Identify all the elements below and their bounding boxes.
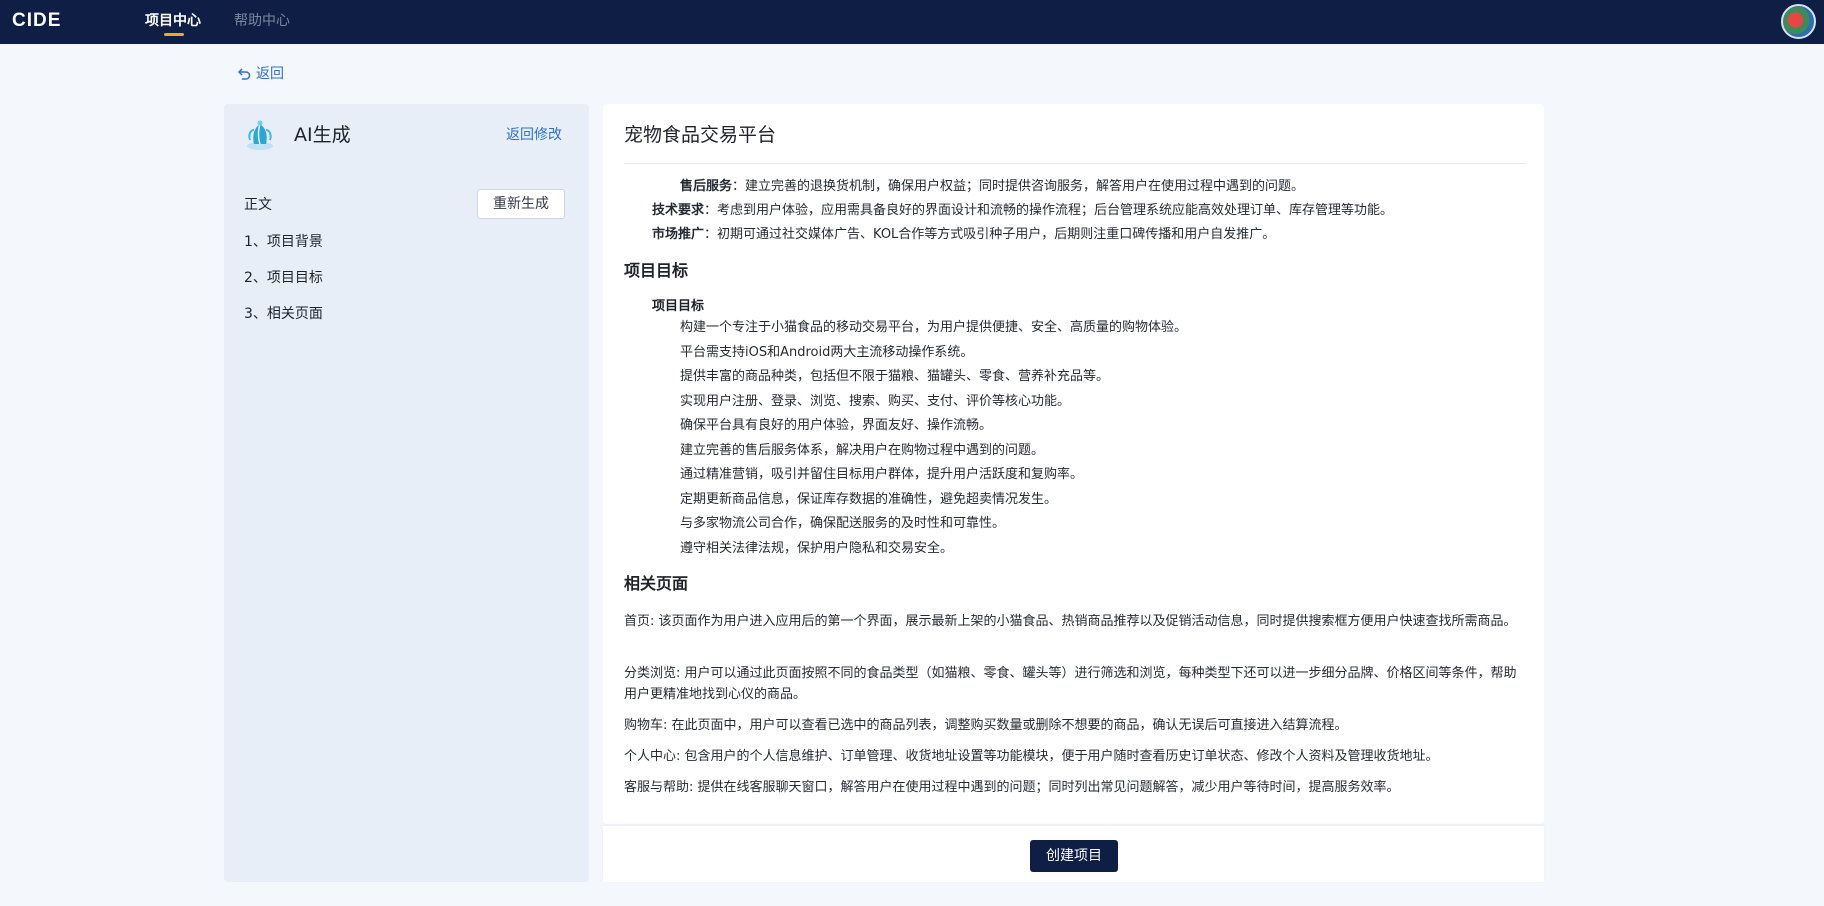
goal-item: 提供丰富的商品种类，包括但不限于猫粮、猫罐头、零食、营养补充品等。 [680,369,1110,384]
line-text: ：初期可通过社交媒体广告、KOL合作等方式吸引种子用户，后期则注重口碑传播和用户… [704,227,1276,242]
nav-item-project-center[interactable]: 项目中心 [145,10,201,32]
ai-robot-icon [247,120,273,150]
page-description: 客服与帮助: 提供在线客服聊天窗口，解答用户在使用过程中遇到的问题；同时列出常见… [624,780,1400,795]
line-label: 技术要求 [652,203,705,218]
ai-generate-title: AI生成 [294,124,351,146]
title-divider [624,163,1526,164]
page-description: 购物车: 在此页面中，用户可以查看已选中的商品列表，调整购买数量或删除不想要的商… [624,718,1348,733]
outline-item-pages[interactable]: 3、相关页面 [244,303,323,325]
line-text: ：考虑到用户体验，应用需具备良好的界面设计和流畅的操作流程；后台管理系统应能高效… [704,203,1394,218]
page-description: 分类浏览: 用户可以通过此页面按照不同的食品类型（如猫粮、零食、罐头等）进行筛选… [624,666,1517,702]
app-logo[interactable]: CIDE [12,9,61,33]
nav-item-help-center[interactable]: 帮助中心 [234,10,290,32]
user-avatar[interactable] [1781,4,1816,39]
line-label: 市场推广 [652,227,705,242]
back-link-label: 返回 [256,66,284,82]
regenerate-button[interactable]: 重新生成 [477,189,565,219]
goals-heading: 项目目标 [624,261,689,280]
outline-item-background[interactable]: 1、项目背景 [244,231,323,253]
goal-item: 遵守相关法律法规，保护用户隐私和交易安全。 [680,541,954,556]
document-panel: 宠物食品交易平台 售后服务：建立完善的退换货机制，确保用户权益；同时提供咨询服务… [603,104,1544,824]
page-description: 个人中心: 包含用户的个人信息维护、订单管理、收货地址设置等功能模块，便于用户随… [624,749,1439,764]
back-modify-link[interactable]: 返回修改 [506,124,562,146]
outline-sidebar: AI生成 返回修改 正文 重新生成 1、项目背景 2、项目目标 3、相关页面 [224,104,589,882]
top-nav-bar: CIDE 项目中心 帮助中心 [0,0,1824,44]
goal-item: 实现用户注册、登录、浏览、搜索、购买、支付、评价等核心功能。 [680,394,1071,409]
goal-item: 通过精准营销，吸引并留住目标用户群体，提升用户活跃度和复购率。 [680,467,1084,482]
goal-item: 平台需支持iOS和Android两大主流移动操作系统。 [680,345,974,360]
goal-item: 确保平台具有良好的用户体验，界面友好、操作流畅。 [680,418,993,433]
line-label: 售后服务 [680,179,733,194]
nav-active-indicator [164,33,184,36]
goal-item: 定期更新商品信息，保证库存数据的准确性，避免超卖情况发生。 [680,492,1058,507]
undo-arrow-icon [237,68,251,80]
background-line-after-sales: 售后服务：建立完善的退换货机制，确保用户权益；同时提供咨询服务，解答用户在使用过… [680,177,1304,197]
outline-item-goals[interactable]: 2、项目目标 [244,267,323,289]
goal-item: 建立完善的售后服务体系，解决用户在购物过程中遇到的问题。 [680,443,1045,458]
document-title: 宠物食品交易平台 [624,124,777,146]
pages-heading: 相关页面 [624,574,689,593]
create-project-button[interactable]: 创建项目 [1030,840,1118,872]
goal-item: 构建一个专注于小猫食品的移动交易平台，为用户提供便捷、安全、高质量的购物体验。 [680,320,1188,335]
goal-item: 与多家物流公司合作，确保配送服务的及时性和可靠性。 [680,516,1006,531]
goals-subheading: 项目目标 [652,299,705,314]
line-text: ：建立完善的退换货机制，确保用户权益；同时提供咨询服务，解答用户在使用过程中遇到… [732,179,1305,194]
back-link[interactable]: 返回 [236,63,284,85]
body-section-label: 正文 [244,197,272,213]
background-line-marketing: 市场推广：初期可通过社交媒体广告、KOL合作等方式吸引种子用户，后期则注重口碑传… [652,225,1275,245]
footer-action-bar: 创建项目 [603,826,1544,882]
page-description: 首页: 该页面作为用户进入应用后的第一个界面，展示最新上架的小猫食品、热销商品推… [624,614,1517,629]
background-line-tech: 技术要求：考虑到用户体验，应用需具备良好的界面设计和流畅的操作流程；后台管理系统… [652,201,1393,221]
